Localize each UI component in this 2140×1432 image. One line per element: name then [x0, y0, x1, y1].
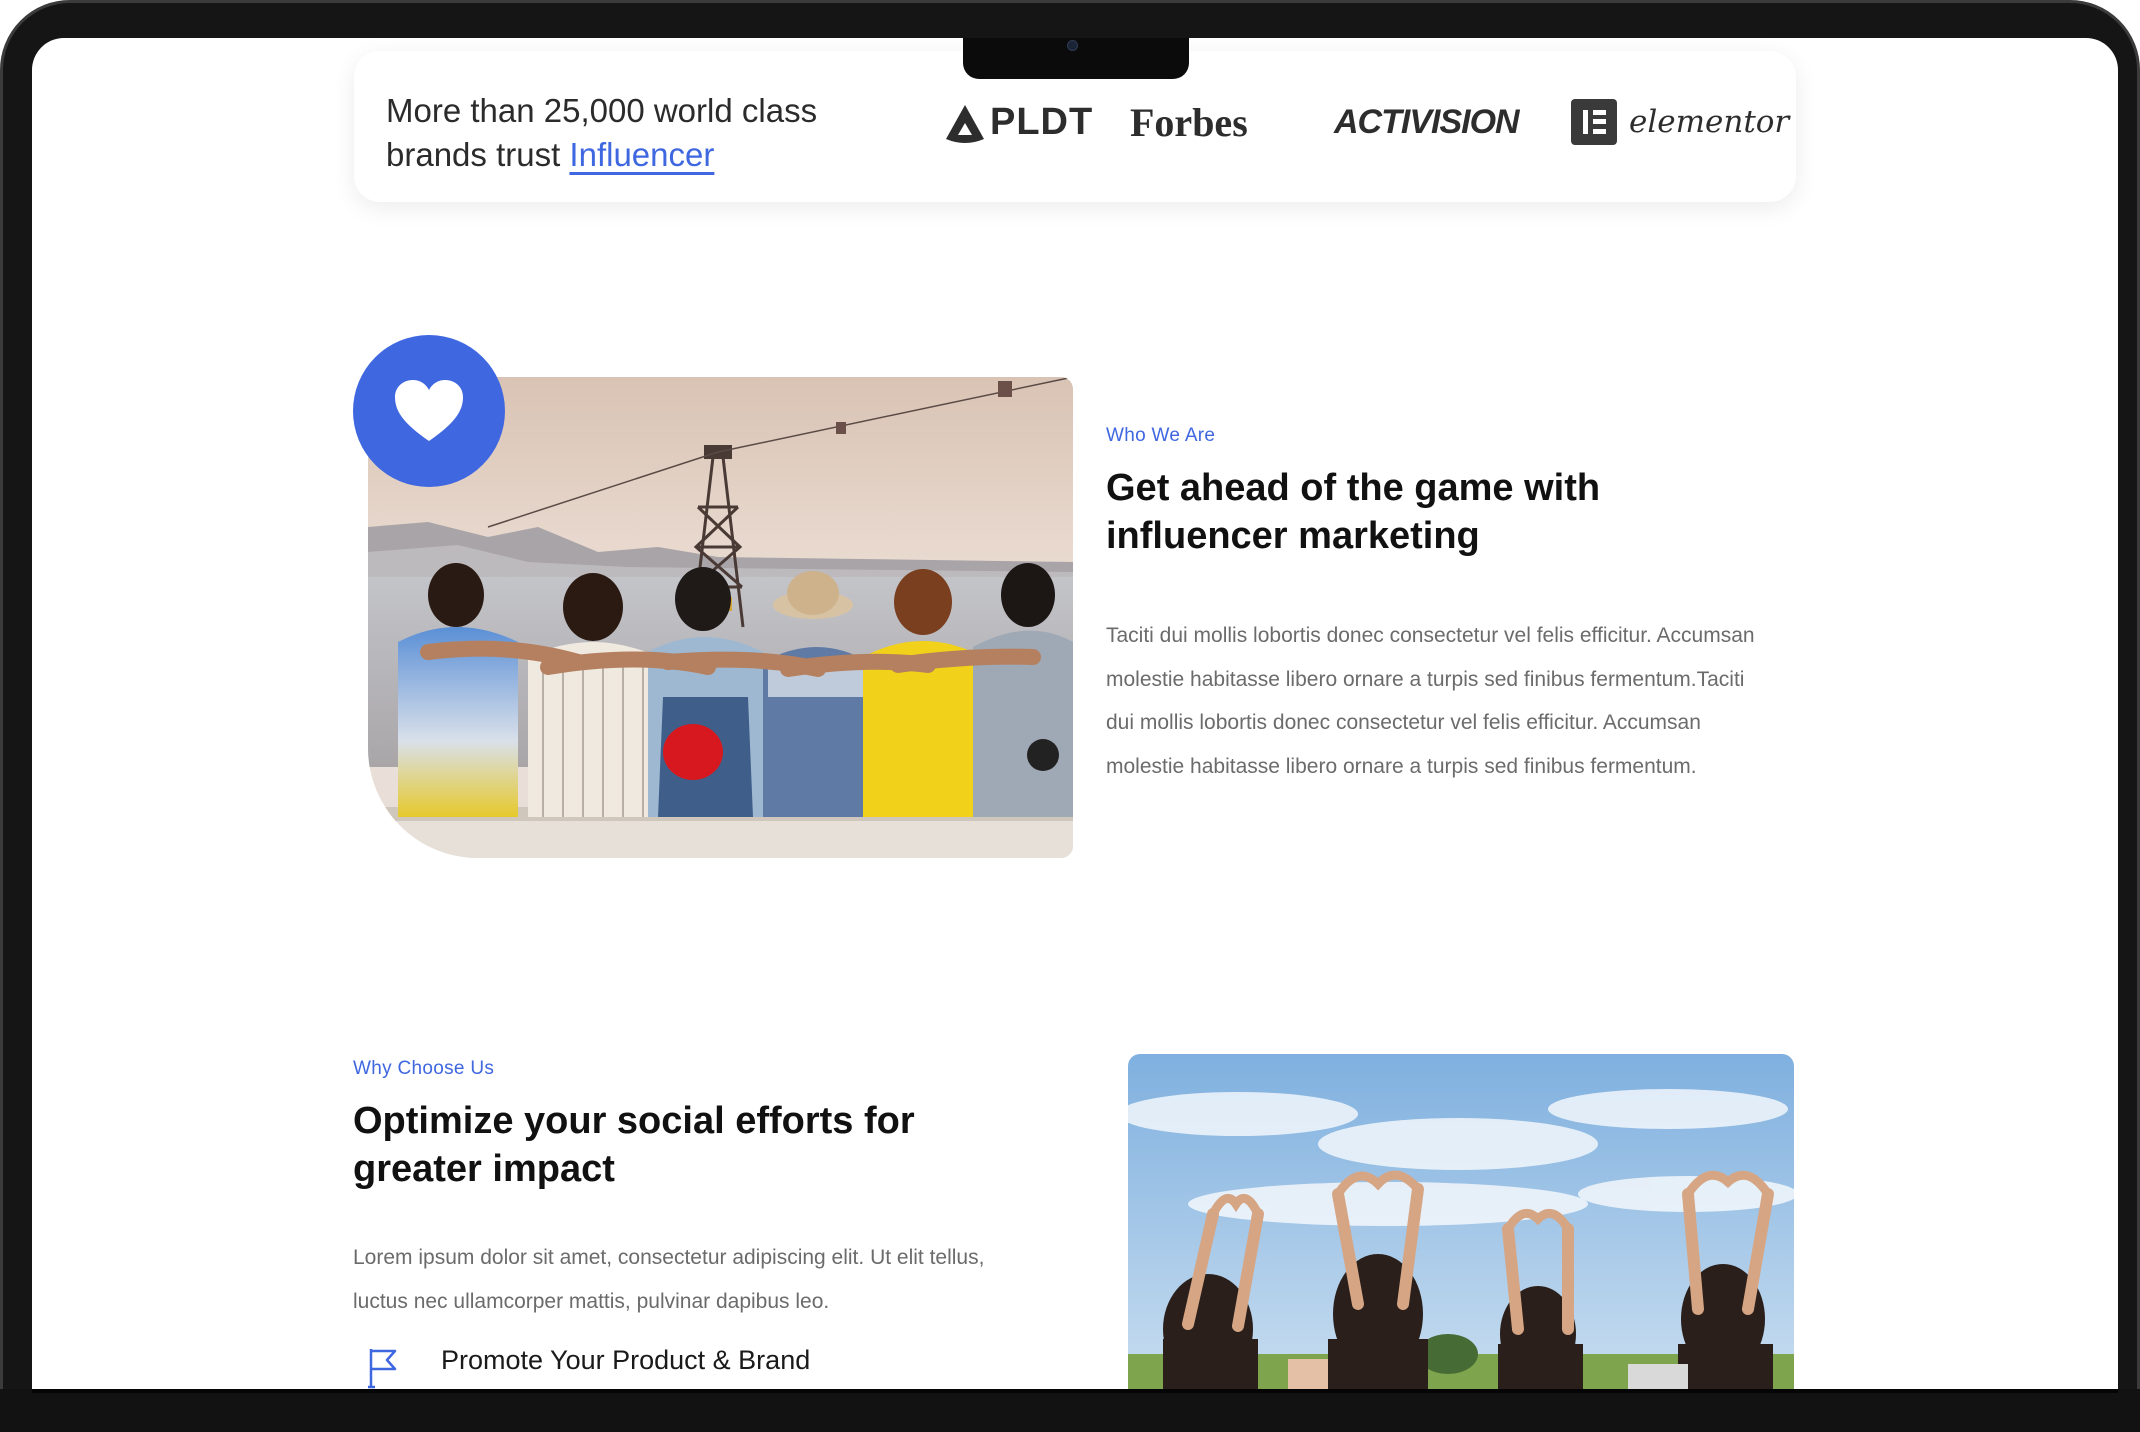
influencer-link[interactable]: Influencer — [569, 136, 714, 173]
pldt-mark-icon — [946, 104, 984, 143]
about-heading: Get ahead of the game with influencer ma… — [1106, 467, 1601, 557]
flag-icon — [368, 1349, 397, 1389]
heart-hands-illustration — [1128, 1054, 1794, 1389]
feature-promote-label: Promote Your Product & Brand — [441, 1345, 811, 1375]
friends-heart-hands-photo — [1128, 1054, 1794, 1389]
screen-bottom-edge — [32, 1389, 2118, 1393]
heart-badge — [353, 335, 505, 487]
activision-logo: ACTIVISION — [1334, 103, 1520, 141]
heart-icon — [395, 380, 463, 441]
elementor-mark-icon — [1571, 99, 1617, 145]
elementor-logo: elementor — [1571, 99, 1789, 145]
who-we-are-eyebrow: Who We Are — [1106, 425, 1216, 446]
elementor-logo-text: elementor — [1629, 104, 1790, 140]
why-paragraph: Lorem ipsum dolor sit amet, consectetur … — [353, 1246, 985, 1313]
why-choose-us-eyebrow: Why Choose Us — [353, 1058, 495, 1079]
pldt-logo-text: PLDT — [990, 101, 1094, 143]
forbes-logo: Forbes — [1130, 100, 1248, 145]
camera-icon — [1067, 40, 1078, 51]
pldt-logo: PLDT — [944, 101, 1093, 144]
why-heading: Optimize your social efforts for greater… — [353, 1100, 915, 1190]
brands-trust-text: More than 25,000 world class brands trus… — [386, 89, 896, 177]
laptop-screen: More than 25,000 world class brands trus… — [32, 38, 2118, 1389]
laptop-chin — [0, 1389, 2140, 1432]
about-paragraph: Taciti dui mollis lobortis donec consect… — [1106, 624, 1755, 778]
